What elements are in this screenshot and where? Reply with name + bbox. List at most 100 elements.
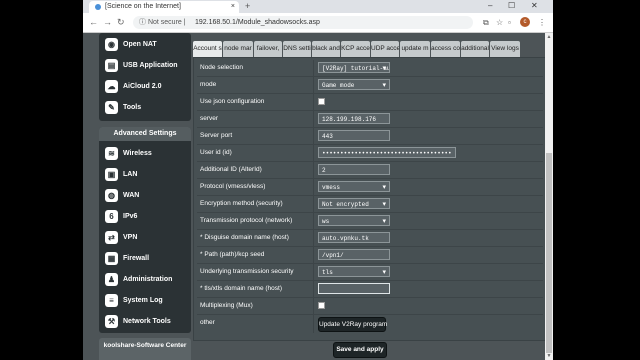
close-tab-icon[interactable]: × bbox=[231, 1, 235, 13]
sidebar-item-label: Tools bbox=[123, 104, 142, 111]
sidebar-item-lan[interactable]: ▣ LAN bbox=[103, 165, 187, 184]
sidebar-item-firewall[interactable]: ▦ Firewall bbox=[103, 249, 187, 268]
close-window-button[interactable]: ✕ bbox=[531, 0, 538, 12]
browser-window: [Science on the Internet] × + – ☐ ✕ ← → … bbox=[83, 0, 553, 360]
tab-view-logs[interactable]: View logs bbox=[490, 41, 520, 57]
sidebar-item-tools[interactable]: ✎ Tools bbox=[103, 98, 187, 117]
field-label: Server port bbox=[200, 132, 233, 139]
sidebar-item-administration[interactable]: ♟ Administration bbox=[103, 270, 187, 289]
sidebar-item-label: Administration bbox=[123, 276, 173, 283]
save-and-apply-button[interactable]: Save and apply bbox=[333, 342, 387, 358]
forward-icon[interactable]: → bbox=[103, 16, 112, 28]
tab-kcp-acceleration[interactable]: KCP acce bbox=[341, 41, 370, 57]
sidebar-item-usb-application[interactable]: ▤ USB Application bbox=[103, 56, 187, 75]
log-icon: ≡ bbox=[105, 294, 118, 307]
node-selection-select[interactable]: [V2Ray] tutorial-aur bbox=[318, 62, 390, 73]
tab-udp-acceleration[interactable]: UDP acce bbox=[371, 41, 399, 57]
use-json-checkbox[interactable] bbox=[318, 98, 325, 105]
bookmark-star-icon[interactable]: ☆ bbox=[496, 17, 503, 28]
sidebar-item-open-nat[interactable]: ◉ Open NAT bbox=[103, 35, 187, 54]
tab-dns-settings[interactable]: DNS setti bbox=[283, 41, 311, 57]
row-mode: mode Game mode bbox=[197, 77, 543, 94]
sidebar-item-label: Wireless bbox=[123, 150, 152, 157]
avatar[interactable]: c bbox=[520, 17, 530, 27]
sidebar-item-label: System Log bbox=[123, 297, 163, 304]
path-input[interactable]: /vpn1/ bbox=[318, 249, 390, 260]
sidebar-item-label: Firewall bbox=[123, 255, 150, 262]
sidebar-item-system-log[interactable]: ≡ System Log bbox=[103, 291, 187, 310]
gamepad-icon: ◉ bbox=[105, 38, 118, 51]
sidebar-item-network-tools[interactable]: ⚒ Network Tools bbox=[103, 312, 187, 331]
row-protocol: Protocol (vmess/vless) vmess bbox=[197, 179, 543, 196]
maximize-button[interactable]: ☐ bbox=[508, 0, 515, 12]
page-scrollbar[interactable]: ▲ ▼ bbox=[545, 33, 553, 360]
sidebar-item-label: Network Tools bbox=[123, 318, 171, 325]
tab-bar: [Science on the Internet] × + – ☐ ✕ bbox=[83, 0, 553, 13]
tab-update-management[interactable]: update m bbox=[400, 41, 430, 57]
disguise-host-input[interactable]: auto.vpnku.tk bbox=[318, 232, 390, 243]
scroll-up-icon[interactable]: ▲ bbox=[545, 33, 553, 41]
field-label: Transmission protocol (network) bbox=[200, 217, 293, 224]
back-icon[interactable]: ← bbox=[89, 16, 98, 28]
globe-icon: ◍ bbox=[105, 189, 118, 202]
row-node-selection: Node selection [V2Ray] tutorial-aur bbox=[197, 60, 543, 77]
row-mux: Multiplexing (Mux) bbox=[197, 298, 543, 315]
transport-security-select[interactable]: tls bbox=[318, 266, 390, 277]
sidebar-item-wan[interactable]: ◍ WAN bbox=[103, 186, 187, 205]
sidebar-item-aicloud[interactable]: ☁ AiCloud 2.0 bbox=[103, 77, 187, 96]
tab-failover[interactable]: failover, bbox=[254, 41, 282, 57]
row-use-json: Use json configuration bbox=[197, 94, 543, 111]
field-label: other bbox=[200, 319, 215, 326]
server-input[interactable]: 128.199.198.176 bbox=[318, 113, 390, 124]
sidebar-item-label: IPv6 bbox=[123, 213, 138, 220]
row-disguise-host: * Disguise domain name (host) auto.vpnku… bbox=[197, 230, 543, 247]
row-tls-host: * tls/xtls domain name (host) bbox=[197, 281, 543, 298]
user-id-input[interactable]: •••••••••••••••••••••••••••••••••••• bbox=[318, 147, 456, 158]
sidebar-item-koolshare[interactable]: koolshare-Software Center bbox=[99, 338, 191, 360]
browser-tab[interactable]: [Science on the Internet] × bbox=[89, 1, 239, 13]
address-bar[interactable]: ⓘ Not secure | 192.168.50.1/Module_shado… bbox=[133, 16, 473, 29]
sidebar-item-label: VPN bbox=[123, 234, 138, 241]
field-label: server bbox=[200, 115, 219, 122]
new-tab-button[interactable]: + bbox=[245, 0, 250, 12]
tab-access-control[interactable]: access co bbox=[431, 41, 460, 57]
row-transmission: Transmission protocol (network) ws bbox=[197, 213, 543, 230]
transmission-select[interactable]: ws bbox=[318, 215, 390, 226]
update-v2ray-button[interactable]: Update V2Ray program bbox=[318, 317, 387, 332]
tab-account-settings[interactable]: Account s bbox=[193, 41, 222, 57]
tab-black-and-white[interactable]: black and bbox=[312, 41, 340, 57]
row-encryption: Encryption method (security) Not encrypt… bbox=[197, 196, 543, 213]
scroll-down-icon[interactable]: ▼ bbox=[545, 352, 553, 360]
field-label: mode bbox=[200, 81, 217, 88]
sidebar-item-vpn[interactable]: ⇄ VPN bbox=[103, 228, 187, 247]
translate-icon[interactable]: ⧉ bbox=[483, 17, 489, 28]
mode-select[interactable]: Game mode bbox=[318, 79, 390, 90]
tab-node-management[interactable]: node mar bbox=[223, 41, 253, 57]
field-label: Multiplexing (Mux) bbox=[200, 302, 253, 309]
protocol-select[interactable]: vmess bbox=[318, 181, 390, 192]
favicon-icon bbox=[95, 4, 101, 10]
not-secure-label: ⓘ Not secure | bbox=[139, 19, 186, 26]
tab-additional[interactable]: additional bbox=[461, 41, 489, 57]
alter-id-input[interactable]: 2 bbox=[318, 164, 390, 175]
scrollbar-thumb[interactable] bbox=[546, 153, 552, 353]
row-path: * Path (path)/kcp seed /vpn1/ bbox=[197, 247, 543, 264]
menu-icon[interactable]: ⋮ bbox=[538, 17, 546, 28]
minimize-button[interactable]: – bbox=[488, 0, 492, 12]
sidebar-item-wireless[interactable]: ≋ Wireless bbox=[103, 144, 187, 163]
field-label: * Path (path)/kcp seed bbox=[200, 251, 265, 258]
mux-checkbox[interactable] bbox=[318, 302, 325, 309]
tls-host-input[interactable] bbox=[318, 283, 390, 294]
encryption-select[interactable]: Not encrypted bbox=[318, 198, 390, 209]
sidebar: ◉ Open NAT ▤ USB Application ☁ AiCloud 2… bbox=[99, 33, 191, 360]
tab-title: [Science on the Internet] bbox=[105, 3, 181, 10]
reload-icon[interactable]: ↻ bbox=[117, 16, 125, 28]
sidebar-item-ipv6[interactable]: 6 IPv6 bbox=[103, 207, 187, 226]
server-port-input[interactable]: 443 bbox=[318, 130, 390, 141]
sidebar-top-group: ◉ Open NAT ▤ USB Application ☁ AiCloud 2… bbox=[99, 33, 191, 121]
extensions-icon[interactable]: ▫ bbox=[508, 17, 511, 28]
firewall-icon: ▦ bbox=[105, 252, 118, 265]
main-content: Account s node mar failover, DNS setti b… bbox=[193, 37, 547, 360]
field-label: Protocol (vmess/vless) bbox=[200, 183, 266, 190]
sidebar-item-label: WAN bbox=[123, 192, 140, 199]
